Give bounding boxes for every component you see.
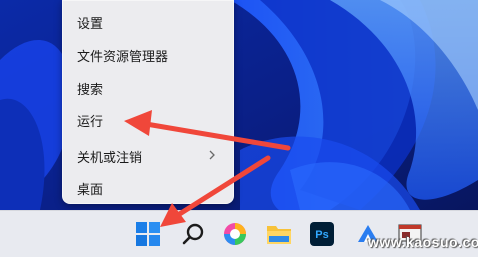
menu-item-label: 文件资源管理器 xyxy=(77,49,169,65)
file-explorer-icon[interactable] xyxy=(263,218,295,250)
menu-item-label: 桌面 xyxy=(77,182,104,198)
color-app-icon[interactable] xyxy=(219,218,251,250)
menu-item-desktop[interactable]: 桌面 xyxy=(63,173,233,203)
menu-item-settings[interactable]: 设置 xyxy=(63,7,233,37)
menu-item-shutdown[interactable]: 关机或注销 xyxy=(63,141,233,171)
photoshop-icon[interactable]: Ps xyxy=(306,218,338,250)
chevron-right-icon xyxy=(209,150,215,160)
menu-item-label: 运行 xyxy=(77,114,104,130)
search-icon[interactable] xyxy=(177,218,209,250)
watermark: www.kaosuo.com xyxy=(368,234,478,250)
photoshop-label: Ps xyxy=(315,229,328,241)
menu-item-run[interactable]: 运行 xyxy=(63,105,233,135)
menu-item-search[interactable]: 搜索 xyxy=(63,73,233,103)
start-context-menu: 设置 文件资源管理器 搜索 运行 关机或注销 桌面 xyxy=(62,0,234,204)
menu-item-label: 关机或注销 xyxy=(77,150,143,166)
start-icon[interactable] xyxy=(132,218,164,250)
menu-item-label: 设置 xyxy=(77,16,104,32)
menu-item-label: 搜索 xyxy=(77,82,104,98)
menu-item-file-explorer[interactable]: 文件资源管理器 xyxy=(63,40,233,70)
